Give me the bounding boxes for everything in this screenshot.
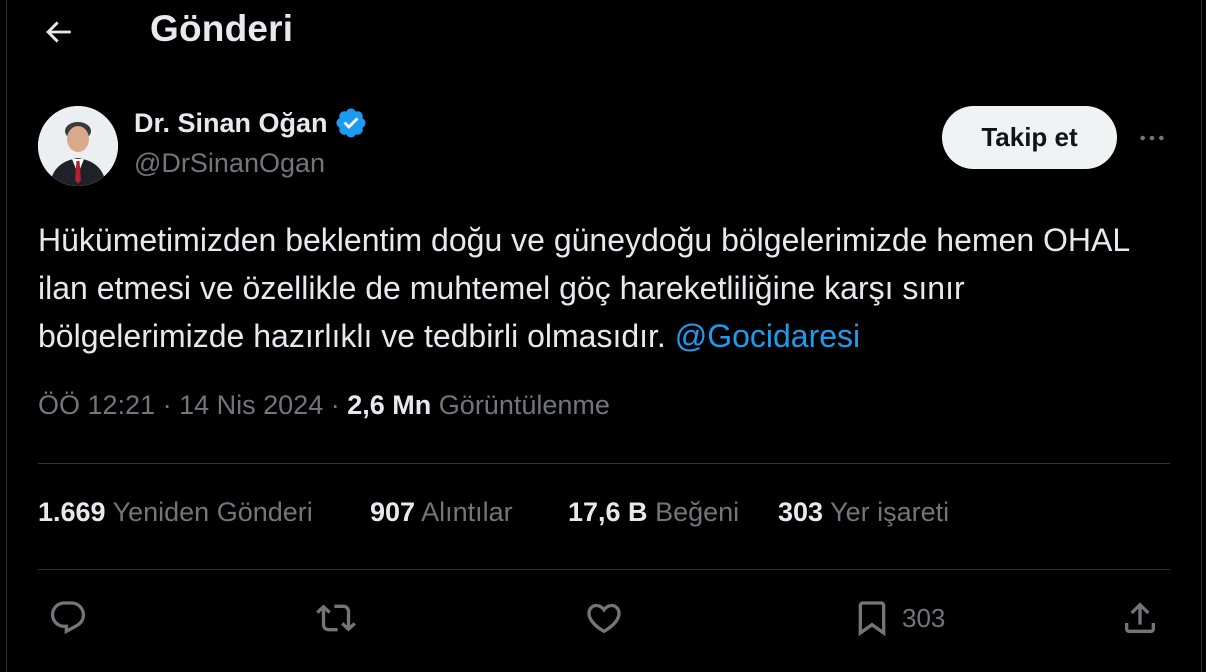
back-button[interactable] [38, 12, 78, 52]
divider [38, 569, 1170, 570]
page-title: Gönderi [150, 8, 294, 49]
stat-quotes[interactable]: 907 Alıntılar [370, 497, 513, 528]
reply-icon [50, 601, 86, 635]
bookmark-button[interactable]: 303 [852, 590, 945, 646]
views-label: Görüntülenme [438, 390, 610, 420]
author-handle[interactable]: @DrSinanOgan [134, 148, 325, 179]
reply-button[interactable] [48, 590, 88, 646]
share-icon [1125, 602, 1155, 633]
stat-likes[interactable]: 17,6 B Beğeni [568, 497, 739, 528]
tweet-meta: ÖÖ 12:21 · 14 Nis 2024 · 2,6 Mn Görüntül… [38, 390, 610, 421]
stat-label: Alıntılar [421, 497, 513, 527]
tweet-time[interactable]: ÖÖ 12:21 [38, 390, 155, 420]
stat-count: 907 [370, 497, 416, 527]
stat-label: Yer işareti [830, 497, 950, 527]
stat-label: Yeniden Gönderi [112, 497, 313, 527]
tweet-body: Hükümetimizden beklentim doğu ve güneydo… [38, 222, 1129, 354]
more-dots-icon [1140, 135, 1164, 141]
like-button[interactable] [584, 590, 624, 646]
author-name[interactable]: Dr. Sinan Oğan [134, 108, 328, 139]
meta-separator: · [162, 390, 172, 420]
avatar-image [38, 106, 118, 186]
stat-label: Beğeni [655, 497, 740, 527]
retweet-icon [316, 604, 356, 632]
stat-retweets[interactable]: 1.669 Yeniden Gönderi [38, 497, 313, 528]
mention-link[interactable]: @Gocidaresi [675, 318, 860, 354]
verified-badge-icon[interactable] [334, 106, 368, 140]
heart-icon [587, 603, 621, 634]
retweet-button[interactable] [316, 590, 356, 646]
more-options-button[interactable] [1130, 120, 1174, 156]
stat-count: 17,6 B [568, 497, 648, 527]
tweet-date[interactable]: 14 Nis 2024 [179, 390, 323, 420]
bookmark-count: 303 [902, 602, 946, 633]
author-name-row[interactable]: Dr. Sinan Oğan [134, 106, 368, 140]
tweet-text: Hükümetimizden beklentim doğu ve güneydo… [38, 216, 1178, 360]
arrow-left-icon [46, 21, 71, 43]
views-count: 2,6 Mn [347, 390, 432, 420]
divider [38, 463, 1170, 464]
stat-bookmarks[interactable]: 303 Yer işareti [778, 497, 949, 528]
bookmark-icon [858, 601, 886, 637]
follow-button[interactable]: Takip et [942, 106, 1117, 169]
meta-separator: · [330, 390, 340, 420]
action-bar: 303 [0, 590, 1206, 650]
stat-count: 1.669 [38, 497, 106, 527]
stat-count: 303 [778, 497, 824, 527]
share-button[interactable] [1120, 590, 1160, 646]
avatar[interactable] [38, 106, 118, 186]
